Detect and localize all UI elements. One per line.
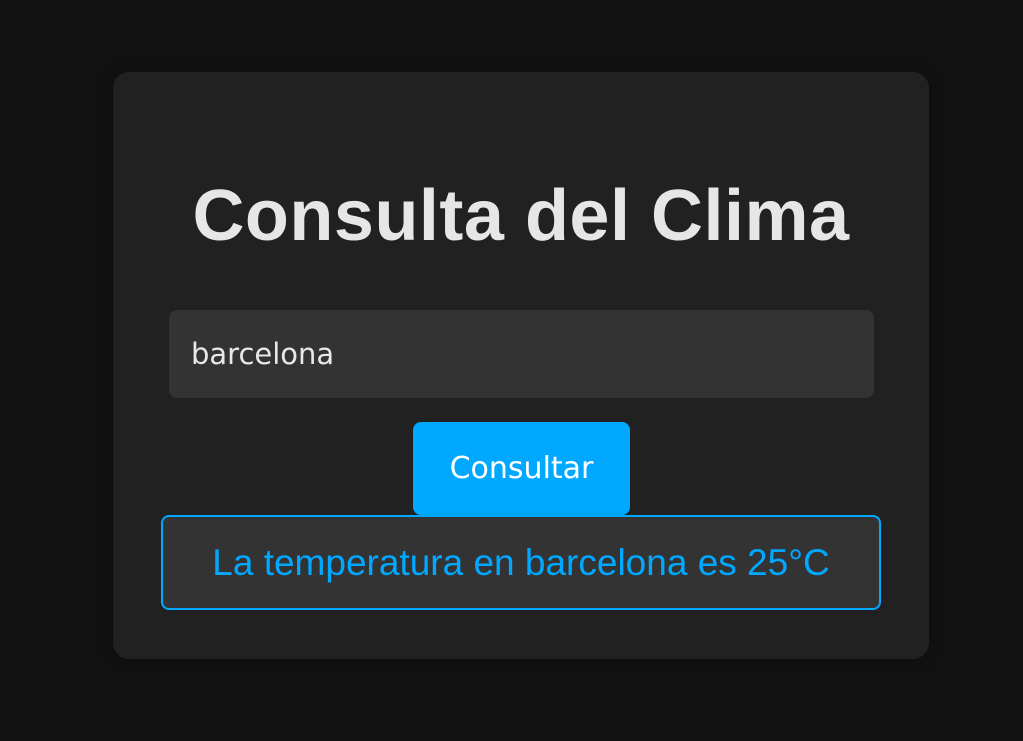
consult-button[interactable]: Consultar [413, 422, 630, 515]
page-title: Consulta del Clima [192, 176, 850, 256]
weather-card: Consulta del Clima Consultar La temperat… [113, 72, 929, 659]
result-box: La temperatura en barcelona es 25°C [161, 515, 881, 610]
city-input[interactable] [169, 310, 874, 398]
result-text: La temperatura en barcelona es 25°C [212, 541, 830, 583]
